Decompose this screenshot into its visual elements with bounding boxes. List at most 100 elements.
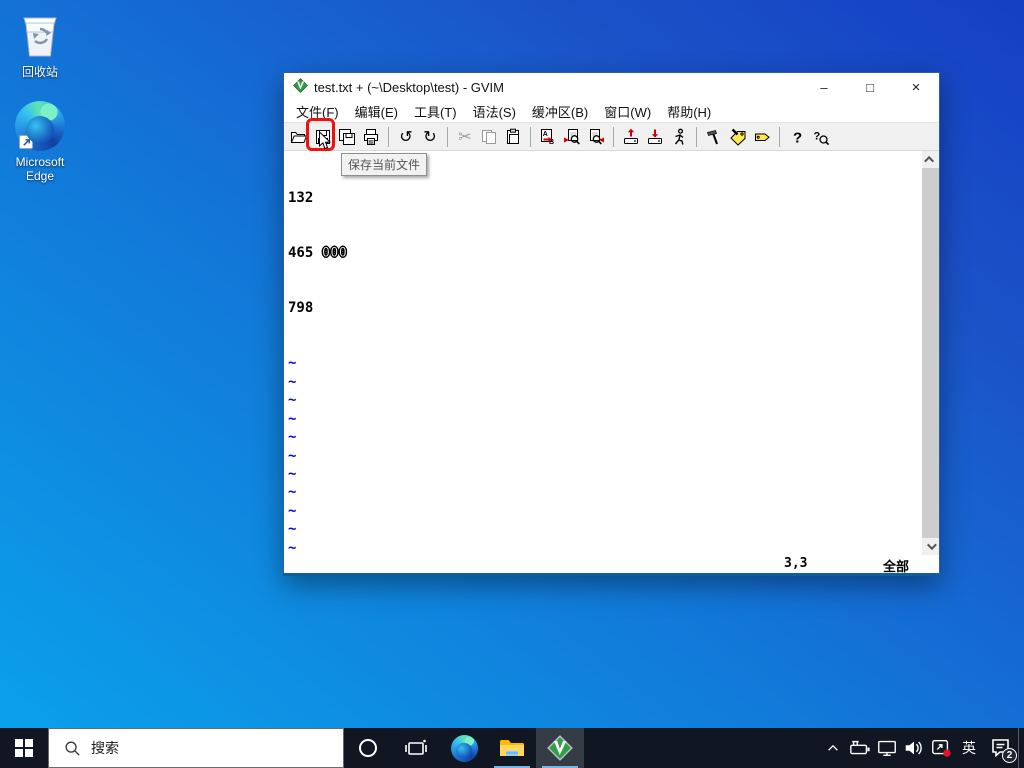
vim-logo-icon [293, 78, 308, 96]
toolbar-run-script-button[interactable] [667, 124, 691, 149]
cursor-position: 3,3 [784, 556, 808, 571]
search-placeholder: 搜索 [91, 740, 119, 756]
taskbar: 搜索 英 2 [0, 728, 1024, 768]
menu-bar: 文件(F) 编辑(E) 工具(T) 语法(S) 缓冲区(B) 窗口(W) 帮助(… [284, 101, 939, 123]
toolbar-copy-button[interactable] [477, 124, 501, 149]
editor-line: 798 [288, 300, 314, 317]
vertical-scrollbar[interactable] [922, 151, 939, 555]
notification-badge: 2 [1002, 748, 1017, 763]
toolbar-find-next-button[interactable] [560, 124, 584, 149]
toolbar-separator [447, 126, 448, 147]
toolbar: ↺ ↻ ✂ A B?? [284, 123, 939, 151]
toolbar-save-all-button[interactable] [335, 124, 359, 149]
task-view-icon [405, 739, 427, 755]
cursor-text: 000 [321, 245, 348, 262]
toolbar-find-replace-button[interactable]: AB [536, 124, 560, 149]
chevron-down-icon [926, 540, 937, 551]
toolbar-separator [779, 126, 780, 147]
vim-logo-icon [547, 735, 573, 761]
tilde-line: ~ [288, 465, 297, 482]
toolbar-jump-to-tag-button[interactable] [750, 124, 774, 149]
tilde-line: ~ [288, 410, 297, 427]
tilde-line: ~ [288, 502, 297, 519]
editor-line: 465 000 [288, 245, 348, 262]
toolbar-open-file-button[interactable] [287, 124, 311, 149]
toolbar-load-session-button[interactable] [619, 124, 643, 149]
taskbar-search-input[interactable]: 搜索 [48, 728, 344, 768]
edge-icon [2, 100, 78, 152]
desktop-icon-label: Microsoft Edge [15, 155, 65, 183]
menu-item-window[interactable]: 窗口(W) [596, 100, 659, 123]
minimize-button[interactable]: – [801, 73, 847, 101]
tray-battery-button[interactable] [846, 728, 873, 768]
toolbar-paste-button[interactable] [501, 124, 525, 149]
maximize-button[interactable]: □ [847, 73, 893, 101]
tilde-line: ~ [288, 392, 297, 409]
search-icon [65, 741, 80, 756]
editor-line: 132 [288, 189, 314, 206]
tilde-line: ~ [288, 539, 297, 555]
tray-volume-button[interactable] [900, 728, 927, 768]
toolbar-separator [530, 126, 531, 147]
toolbar-help-button[interactable]: ? [785, 124, 809, 149]
show-desktop-button[interactable] [1018, 728, 1024, 768]
toolbar-find-help-button[interactable]: ? [809, 124, 833, 149]
status-bar: 3,3 全部 [284, 555, 939, 574]
toolbar-save-session-button[interactable] [643, 124, 667, 149]
ime-indicator[interactable]: 英 [954, 728, 984, 768]
toolbar-print-button[interactable] [359, 124, 383, 149]
toolbar-redo-button[interactable]: ↻ [418, 124, 442, 149]
battery-icon [849, 740, 870, 755]
menu-item-syntax[interactable]: 语法(S) [465, 100, 524, 123]
cortana-icon [359, 739, 377, 757]
window-title: test.txt + (~\Desktop\test) - GVIM [314, 79, 504, 95]
menu-item-edit[interactable]: 编辑(E) [347, 100, 406, 123]
toolbar-separator [388, 126, 389, 147]
text-editor-area[interactable]: 132 465 000 798 ~~~~~~~~~~~~~~~~~~~ [284, 151, 922, 555]
scroll-up-button[interactable] [922, 151, 939, 168]
toolbar-undo-button[interactable]: ↺ [394, 124, 418, 149]
toolbar-find-prev-button[interactable] [584, 124, 608, 149]
taskbar-file-explorer-button[interactable] [488, 728, 536, 768]
desktop-icon-recycle-bin[interactable]: 回收站 [2, 8, 78, 80]
shortcut-arrow-icon [19, 135, 33, 149]
taskbar-gvim-button[interactable] [536, 728, 584, 768]
tray-app-icon [931, 739, 951, 757]
tilde-line: ~ [288, 355, 297, 372]
scroll-down-button[interactable] [922, 538, 939, 555]
tilde-line: ~ [288, 429, 297, 446]
save-tooltip: 保存当前文件 [341, 153, 428, 176]
edge-icon [450, 734, 478, 762]
toolbar-cut-button[interactable]: ✂ [453, 124, 477, 149]
menu-item-tools[interactable]: 工具(T) [406, 100, 465, 123]
tray-app-button[interactable] [927, 728, 954, 768]
start-button[interactable] [0, 728, 48, 768]
toolbar-make-button[interactable] [702, 124, 726, 149]
tray-expand-button[interactable] [819, 728, 846, 768]
action-center-button[interactable]: 2 [984, 728, 1018, 768]
toolbar-separator [613, 126, 614, 147]
windows-logo-icon [15, 739, 33, 757]
tilde-line: ~ [288, 447, 297, 464]
file-explorer-icon [500, 740, 524, 756]
desktop-icon-microsoft-edge[interactable]: Microsoft Edge [2, 100, 78, 183]
toolbar-build-tags-button[interactable] [726, 124, 750, 149]
tray-network-button[interactable] [873, 728, 900, 768]
taskbar-edge-button[interactable] [440, 728, 488, 768]
chevron-up-icon [924, 155, 935, 166]
svg-text:?: ? [814, 130, 821, 142]
speaker-icon [905, 741, 922, 755]
mouse-cursor-icon [318, 130, 332, 156]
menu-item-file[interactable]: 文件(F) [288, 100, 347, 123]
scroll-scope: 全部 [882, 559, 909, 574]
title-bar[interactable]: test.txt + (~\Desktop\test) - GVIM – □ × [284, 73, 939, 101]
cortana-button[interactable] [344, 728, 392, 768]
close-button[interactable]: × [893, 73, 939, 101]
menu-item-help[interactable]: 帮助(H) [659, 100, 719, 123]
task-view-button[interactable] [392, 728, 440, 768]
desktop-icon-label: 回收站 [21, 65, 58, 79]
toolbar-separator [696, 126, 697, 147]
menu-item-buffers[interactable]: 缓冲区(B) [524, 100, 596, 123]
scrollbar-thumb[interactable] [922, 168, 939, 538]
chevron-up-icon [827, 744, 838, 751]
